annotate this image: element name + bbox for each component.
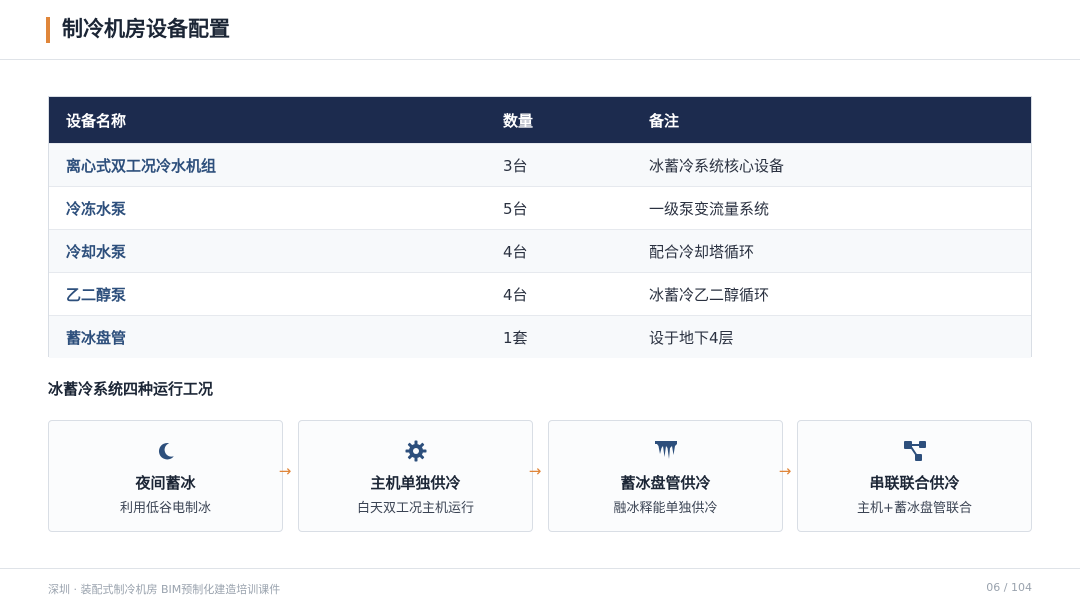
equipment-qty: 5台 [503,199,528,218]
page-number: 06 / 104 [986,581,1032,594]
equipment-table: 设备名称 数量 备注 离心式双工况冷水机组 3台 冰蓄冷系统核心设备 冷冻水泵 … [48,96,1032,358]
equipment-qty: 4台 [503,285,528,304]
table-row: 冷却水泵 4台 配合冷却塔循环 [49,229,1031,272]
equipment-note: 配合冷却塔循环 [649,242,755,261]
arrow-right-icon: → [528,462,542,480]
gear-icon [299,439,532,463]
mode-card-combined: 串联联合供冷 主机+蓄冰盘管联合 [797,420,1032,532]
table-row: 离心式双工况冷水机组 3台 冰蓄冷系统核心设备 [49,143,1031,186]
mode-title: 夜间蓄冰 [135,474,196,492]
network-icon [798,439,1031,463]
column-header-note: 备注 [649,111,680,130]
table-row: 乙二醇泵 4台 冰蓄冷乙二醇循环 [49,272,1031,315]
equipment-name: 冷冻水泵 [66,199,127,218]
operation-modes: 夜间蓄冰 利用低谷电制冰 → 主机单独供冷 白天双工况主机运行 → 蓄冰盘管供冷… [48,420,1032,532]
page-header: 制冷机房设备配置 [0,0,1080,60]
table-row: 蓄冰盘管 1套 设于地下4层 [49,315,1031,358]
table-header-row: 设备名称 数量 备注 [49,97,1031,143]
equipment-qty: 3台 [503,156,528,175]
mode-card-ice-only: 蓄冰盘管供冷 融冰释能单独供冷 [548,420,783,532]
mode-title: 串联联合供冷 [869,474,960,492]
equipment-note: 一级泵变流量系统 [649,199,770,218]
equipment-name: 乙二醇泵 [66,285,127,304]
equipment-note: 设于地下4层 [649,328,734,347]
table-row: 冷冻水泵 5台 一级泵变流量系统 [49,186,1031,229]
page-title: 制冷机房设备配置 [62,17,230,41]
equipment-name: 冷却水泵 [66,242,127,261]
mode-desc: 利用低谷电制冰 [119,501,211,516]
column-header-qty: 数量 [503,111,534,130]
arrow-right-icon: → [278,462,292,480]
mode-desc: 白天双工况主机运行 [356,501,474,516]
mode-title: 主机单独供冷 [370,474,461,492]
title-accent-bar [46,17,50,43]
arrow-right-icon: → [778,462,792,480]
equipment-note: 冰蓄冷系统核心设备 [649,156,785,175]
column-header-name: 设备名称 [66,111,127,130]
equipment-name: 离心式双工况冷水机组 [66,156,217,175]
mode-desc: 融冰释能单独供冷 [613,501,718,516]
mode-desc: 主机+蓄冰盘管联合 [857,501,972,516]
section-title: 冰蓄冷系统四种运行工况 [48,380,214,398]
mode-card-night-ice: 夜间蓄冰 利用低谷电制冰 [48,420,283,532]
equipment-qty: 1套 [503,328,528,347]
equipment-note: 冰蓄冷乙二醇循环 [649,285,770,304]
icicle-icon [549,439,782,463]
page-footer: 深圳 · 装配式制冷机房 BIM预制化建造培训课件 06 / 104 [0,568,1080,608]
equipment-name: 蓄冰盘管 [66,328,127,347]
equipment-qty: 4台 [503,242,528,261]
moon-icon [49,439,282,463]
footer-course-title: 深圳 · 装配式制冷机房 BIM预制化建造培训课件 [48,583,281,596]
mode-card-chiller-only: 主机单独供冷 白天双工况主机运行 [298,420,533,532]
table-body: 离心式双工况冷水机组 3台 冰蓄冷系统核心设备 冷冻水泵 5台 一级泵变流量系统… [49,143,1031,358]
mode-title: 蓄冰盘管供冷 [620,474,711,492]
